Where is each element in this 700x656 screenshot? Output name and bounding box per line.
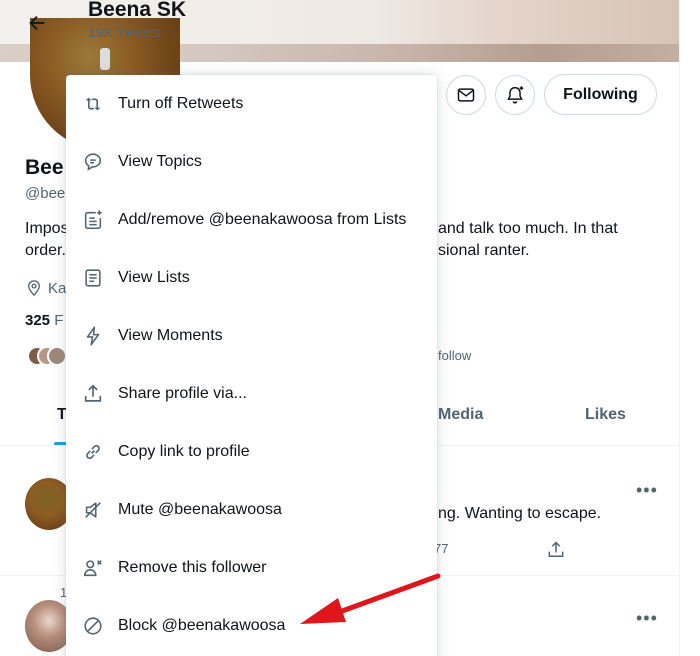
- profile-handle: @bee: [25, 185, 66, 202]
- tab-likes[interactable]: Likes: [585, 406, 626, 424]
- menu-item-label: Mute @beenakawoosa: [118, 501, 282, 518]
- following-button[interactable]: Following: [544, 74, 657, 115]
- topics-icon: [82, 151, 104, 173]
- mail-icon: [457, 88, 475, 102]
- menu-item-add-remove-lists[interactable]: Add/remove @beenakawoosa from Lists: [66, 191, 437, 249]
- header-title: Beena SK: [88, 0, 187, 21]
- bio-left-line1: Impos: [25, 220, 69, 237]
- notify-button[interactable]: [495, 75, 535, 115]
- header-tweet-count: 19K Tweets: [88, 24, 161, 40]
- lists-icon: [82, 267, 104, 289]
- menu-item-share-profile[interactable]: Share profile via...: [66, 365, 437, 423]
- location-text: Ka: [48, 280, 67, 297]
- retweet-icon: [82, 93, 104, 115]
- tweet-text: ng. Wanting to escape.: [438, 505, 602, 522]
- tab-media[interactable]: Media: [438, 406, 483, 424]
- tweet-more-icon[interactable]: •••: [636, 608, 658, 629]
- menu-item-view-lists[interactable]: View Lists: [66, 249, 437, 307]
- menu-item-view-topics[interactable]: View Topics: [66, 133, 437, 191]
- profile-page: Beena SK 19K Tweets Following Bee @bee I…: [0, 0, 680, 656]
- menu-item-label: Block @beenakawoosa: [118, 617, 286, 634]
- menu-item-label: Share profile via...: [118, 385, 247, 402]
- back-arrow-icon: [29, 15, 45, 31]
- tweet-more-icon[interactable]: •••: [636, 480, 658, 501]
- menu-item-label: Add/remove @beenakawoosa from Lists: [118, 211, 407, 228]
- bio-right-line1: and talk too much. In that: [438, 220, 618, 237]
- block-icon: [82, 615, 104, 637]
- menu-item-view-moments[interactable]: View Moments: [66, 307, 437, 365]
- menu-item-copy-link[interactable]: Copy link to profile: [66, 423, 437, 481]
- list-add-icon: [82, 209, 104, 231]
- menu-item-label: View Moments: [118, 327, 223, 344]
- following-count-value: 325: [25, 312, 51, 329]
- message-button[interactable]: [446, 75, 486, 115]
- followed-by-avatars: [27, 346, 67, 368]
- menu-item-label: View Topics: [118, 153, 202, 170]
- remove-user-icon: [82, 557, 104, 579]
- mute-icon: [82, 499, 104, 521]
- tweet-share-icon[interactable]: [546, 540, 566, 565]
- menu-item-label: Remove this follower: [118, 559, 267, 576]
- bio-left-line2: order.: [25, 242, 66, 259]
- menu-item-label: Turn off Retweets: [118, 95, 244, 112]
- annotation-arrow-icon: [300, 573, 441, 624]
- share-icon: [82, 383, 104, 405]
- back-button[interactable]: [20, 6, 54, 40]
- menu-item-mute[interactable]: Mute @beenakawoosa: [66, 481, 437, 539]
- profile-more-menu: Turn off Retweets View Topics Add/remove…: [66, 75, 437, 656]
- bell-plus-icon: [507, 86, 524, 104]
- menu-item-turn-off-retweets[interactable]: Turn off Retweets: [66, 75, 437, 133]
- following-count[interactable]: 325 F: [25, 312, 63, 329]
- followed-by-text[interactable]: follow: [438, 348, 471, 363]
- menu-item-label: Copy link to profile: [118, 443, 250, 460]
- lightning-icon: [82, 325, 104, 347]
- menu-item-label: View Lists: [118, 269, 190, 286]
- bio-right-line2: sional ranter.: [438, 242, 530, 259]
- location-icon: [25, 278, 43, 303]
- following-count-label: F: [54, 312, 64, 329]
- link-icon: [82, 441, 104, 463]
- profile-name: Bee: [25, 156, 64, 179]
